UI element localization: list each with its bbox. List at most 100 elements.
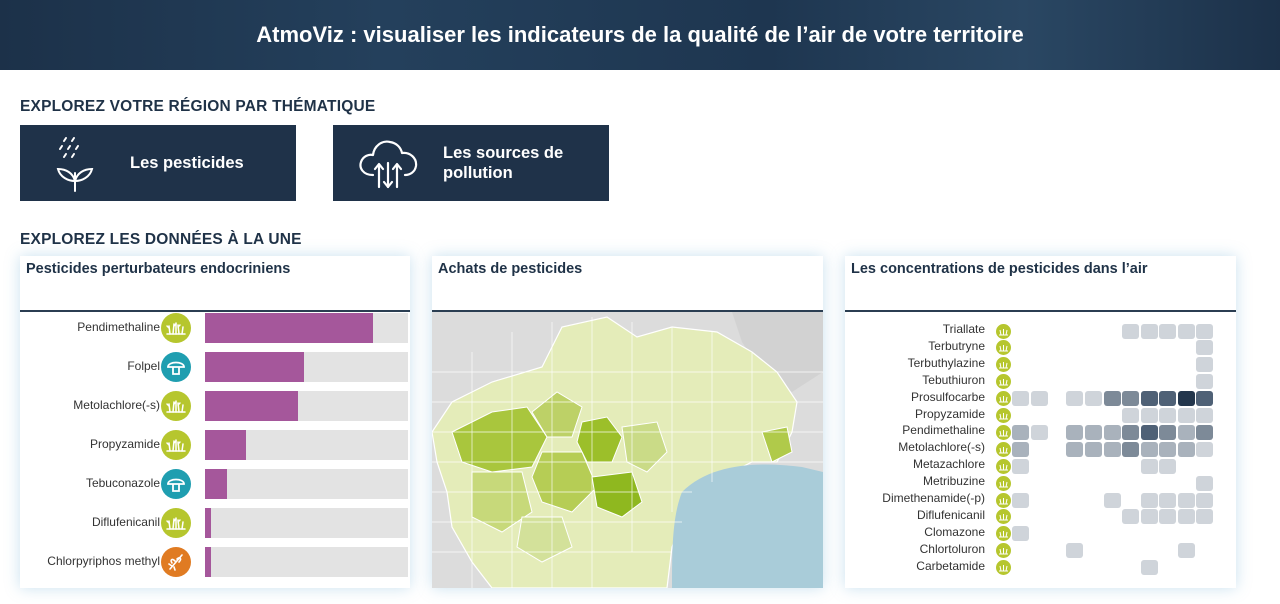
pesticides-tile[interactable]: Les pesticides <box>20 125 296 201</box>
heatmap-cell[interactable] <box>1012 391 1029 407</box>
heatmap-cell[interactable] <box>1141 424 1158 440</box>
concentrations-card-title: Les concentrations de pesticides dans l’… <box>851 261 1148 277</box>
heatmap-cell[interactable] <box>1104 391 1121 407</box>
heatmap-cell[interactable] <box>1031 391 1048 407</box>
heatmap-cell[interactable] <box>1196 357 1213 373</box>
heatmap-cell[interactable] <box>1031 424 1048 440</box>
heatmap-cell[interactable] <box>1141 458 1158 474</box>
heatmap-row-label: Chlortoluron <box>919 541 985 556</box>
heatmap-cell[interactable] <box>1159 391 1176 407</box>
heatmap-cell[interactable] <box>1066 424 1083 440</box>
heatmap-cell[interactable] <box>1066 391 1083 407</box>
heatmap-cell[interactable] <box>1141 391 1158 407</box>
heatmap-cell[interactable] <box>1141 408 1158 423</box>
bar[interactable] <box>205 508 212 538</box>
heatmap-cell[interactable] <box>1196 475 1213 491</box>
heatmap-cell[interactable] <box>1104 492 1121 508</box>
heatmap-cell[interactable] <box>1012 458 1029 474</box>
heatmap-cell[interactable] <box>1159 509 1176 525</box>
explore-region-title: EXPLOREZ VOTRE RÉGION PAR THÉMATIQUE <box>20 98 376 115</box>
bar[interactable] <box>205 352 305 382</box>
heatmap-cell[interactable] <box>1066 543 1083 559</box>
heatmap-row-label: Metolachlore(-s) <box>898 440 985 455</box>
heatmap-cell[interactable] <box>1012 492 1029 508</box>
heatmap-cell[interactable] <box>1122 424 1139 440</box>
herbicide-icon <box>996 424 1011 440</box>
herbicide-icon <box>996 458 1011 474</box>
heatmap-cell[interactable] <box>1012 441 1029 457</box>
bar-track <box>205 391 408 421</box>
bar-row[interactable]: Pendimethaline <box>20 313 410 343</box>
heatmap-cell[interactable] <box>1085 424 1102 440</box>
heatmap-cell[interactable] <box>1012 424 1029 440</box>
heatmap-cell[interactable] <box>1178 391 1195 407</box>
fungicide-icon <box>161 469 191 499</box>
heatmap-cell[interactable] <box>1104 424 1121 440</box>
heatmap-cell[interactable] <box>1178 509 1195 525</box>
heatmap-cell[interactable] <box>1196 509 1213 525</box>
bar-row[interactable]: Chlorpyriphos methyl <box>20 547 410 577</box>
pesticide-purchases-card[interactable]: Achats de pesticides <box>432 256 823 588</box>
heatmap-cell[interactable] <box>1104 441 1121 457</box>
heatmap-cell[interactable] <box>1066 441 1083 457</box>
bar-label: Propyzamide <box>89 437 160 451</box>
pollution-sources-tile-label: Les sources de pollution <box>443 144 564 182</box>
herbicide-icon <box>161 430 191 460</box>
heatmap-cell[interactable] <box>1141 441 1158 457</box>
heatmap-row-label: Dimethenamide(-p) <box>882 491 985 505</box>
heatmap-cell[interactable] <box>1122 509 1139 525</box>
concentrations-card[interactable]: Les concentrations de pesticides dans l’… <box>845 256 1236 588</box>
heatmap-cell[interactable] <box>1085 441 1102 457</box>
heatmap-cell[interactable] <box>1085 391 1102 407</box>
heatmap-cell[interactable] <box>1196 340 1213 356</box>
bar-row[interactable]: Diflufenicanil <box>20 508 410 538</box>
heatmap-cell[interactable] <box>1159 492 1176 508</box>
endocrine-disruptors-card[interactable]: Pesticides perturbateurs endocriniens Pe… <box>20 256 410 588</box>
heatmap-cell[interactable] <box>1196 424 1213 440</box>
bar-row[interactable]: Tebuconazole <box>20 469 410 499</box>
heatmap-cell[interactable] <box>1159 441 1176 457</box>
heatmap-cell[interactable] <box>1196 492 1213 508</box>
herbicide-icon <box>996 323 1011 339</box>
bar-row[interactable]: Propyzamide <box>20 430 410 460</box>
heatmap-cell[interactable] <box>1159 408 1176 423</box>
bar[interactable] <box>205 469 228 499</box>
heatmap-cell[interactable] <box>1141 323 1158 339</box>
heatmap-cell[interactable] <box>1159 458 1176 474</box>
pollution-sources-tile[interactable]: Les sources de pollution <box>333 125 609 201</box>
heatmap-cell[interactable] <box>1196 323 1213 339</box>
bar[interactable] <box>205 547 212 577</box>
bar-row[interactable]: Folpel <box>20 352 410 382</box>
heatmap-cell[interactable] <box>1122 391 1139 407</box>
bar-row[interactable]: Metolachlore(-s) <box>20 391 410 421</box>
heatmap-cell[interactable] <box>1178 543 1195 559</box>
bar[interactable] <box>205 391 299 421</box>
heatmap-cell[interactable] <box>1178 441 1195 457</box>
bar[interactable] <box>205 313 374 343</box>
heatmap-cell[interactable] <box>1141 509 1158 525</box>
heatmap-cell[interactable] <box>1196 374 1213 390</box>
bar[interactable] <box>205 430 246 460</box>
herbicide-icon <box>996 441 1011 457</box>
heatmap-cell[interactable] <box>1141 560 1158 576</box>
heatmap-row-label: Pendimethaline <box>902 423 985 438</box>
heatmap-cell[interactable] <box>1178 323 1195 339</box>
heatmap-cell[interactable] <box>1178 408 1195 423</box>
heatmap-cell[interactable] <box>1122 323 1139 339</box>
heatmap-cell[interactable] <box>1196 408 1213 423</box>
heatmap-cell[interactable] <box>1159 424 1176 440</box>
heatmap-cell[interactable] <box>1196 441 1213 457</box>
pesticide-purchases-map[interactable] <box>432 312 823 588</box>
heatmap-cell[interactable] <box>1178 424 1195 440</box>
heatmap-row-label: Tebuthiuron <box>922 372 985 387</box>
heatmap-cell[interactable] <box>1141 492 1158 508</box>
header-banner: AtmoViz : visualiser les indicateurs de … <box>0 0 1280 70</box>
bar-label: Metolachlore(-s) <box>73 398 160 412</box>
heatmap-row-label: Terbuthylazine <box>907 355 985 370</box>
heatmap-cell[interactable] <box>1159 323 1176 339</box>
heatmap-cell[interactable] <box>1012 526 1029 542</box>
heatmap-cell[interactable] <box>1196 391 1213 407</box>
heatmap-cell[interactable] <box>1122 408 1139 423</box>
heatmap-cell[interactable] <box>1178 492 1195 508</box>
heatmap-cell[interactable] <box>1122 441 1139 457</box>
